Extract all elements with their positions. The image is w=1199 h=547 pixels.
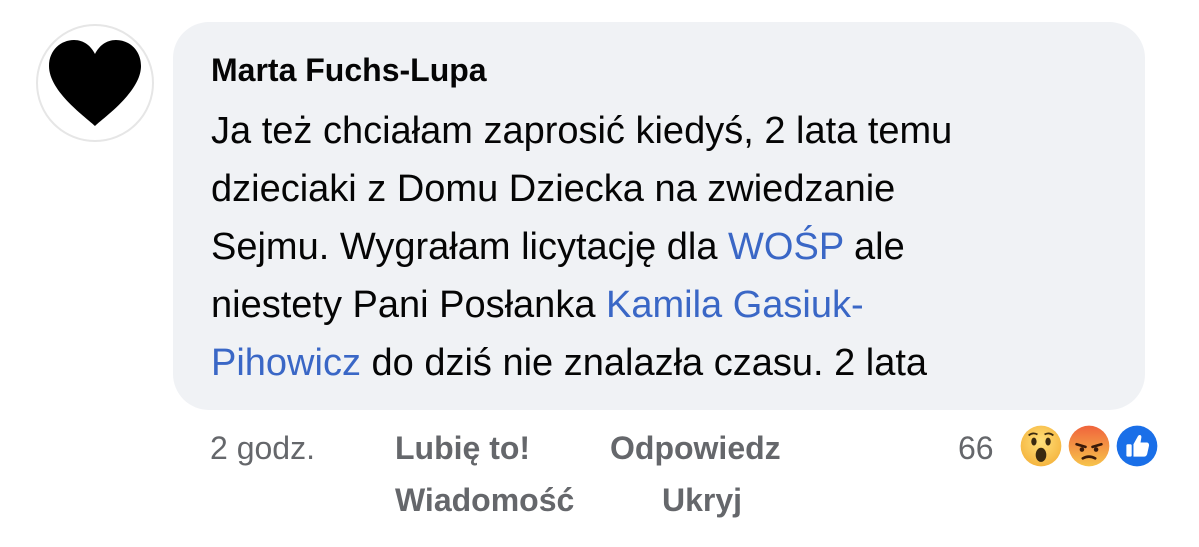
- like-icon: [1111, 420, 1163, 472]
- comment-author[interactable]: Marta Fuchs-Lupa: [211, 52, 487, 89]
- comment-timestamp[interactable]: 2 godz.: [210, 430, 315, 467]
- comment-bubble: Marta Fuchs-Lupa Ja też chciałam zaprosi…: [173, 22, 1145, 410]
- heart-icon: [49, 40, 141, 126]
- comment-text-segment: dzieciaki z Domu Dziecka na zwiedzanie: [211, 168, 896, 210]
- comment-text-segment: do dziś nie znalazła czasu. 2 lata: [360, 342, 928, 384]
- like-button[interactable]: Lubię to!: [395, 430, 530, 467]
- wow-icon: [1015, 420, 1067, 472]
- comment-line: niestety Pani Posłanka Kamila Gasiuk-: [211, 276, 1131, 334]
- reaction-count[interactable]: 66: [958, 430, 994, 467]
- hide-button[interactable]: Ukryj: [662, 482, 742, 519]
- comment-text-segment: Ja też chciałam zaprosić kiedyś, 2 lata …: [211, 110, 953, 152]
- avatar[interactable]: [36, 24, 154, 142]
- mention-link[interactable]: Kamila Gasiuk-: [606, 284, 864, 326]
- angry-icon: [1063, 420, 1115, 472]
- mention-link[interactable]: Pihowicz: [211, 342, 361, 384]
- message-button[interactable]: Wiadomość: [395, 482, 574, 519]
- comment-text-segment: niestety Pani Posłanka: [211, 284, 607, 326]
- reply-button[interactable]: Odpowiedz: [610, 430, 781, 467]
- comment-line: Pihowicz do dziś nie znalazła czasu. 2 l…: [211, 334, 1131, 392]
- comment-line: Sejmu. Wygrałam licytację dla WOŚP ale: [211, 218, 1131, 276]
- comment-text-segment: ale: [843, 226, 905, 268]
- reactions-summary[interactable]: [1015, 420, 1167, 474]
- mention-link[interactable]: WOŚP: [728, 226, 843, 268]
- comment-text: Ja też chciałam zaprosić kiedyś, 2 lata …: [211, 102, 1131, 392]
- comment-text-segment: Sejmu. Wygrałam licytację dla: [211, 226, 729, 268]
- comment-line: dzieciaki z Domu Dziecka na zwiedzanie: [211, 160, 1131, 218]
- comment-line: Ja też chciałam zaprosić kiedyś, 2 lata …: [211, 102, 1131, 160]
